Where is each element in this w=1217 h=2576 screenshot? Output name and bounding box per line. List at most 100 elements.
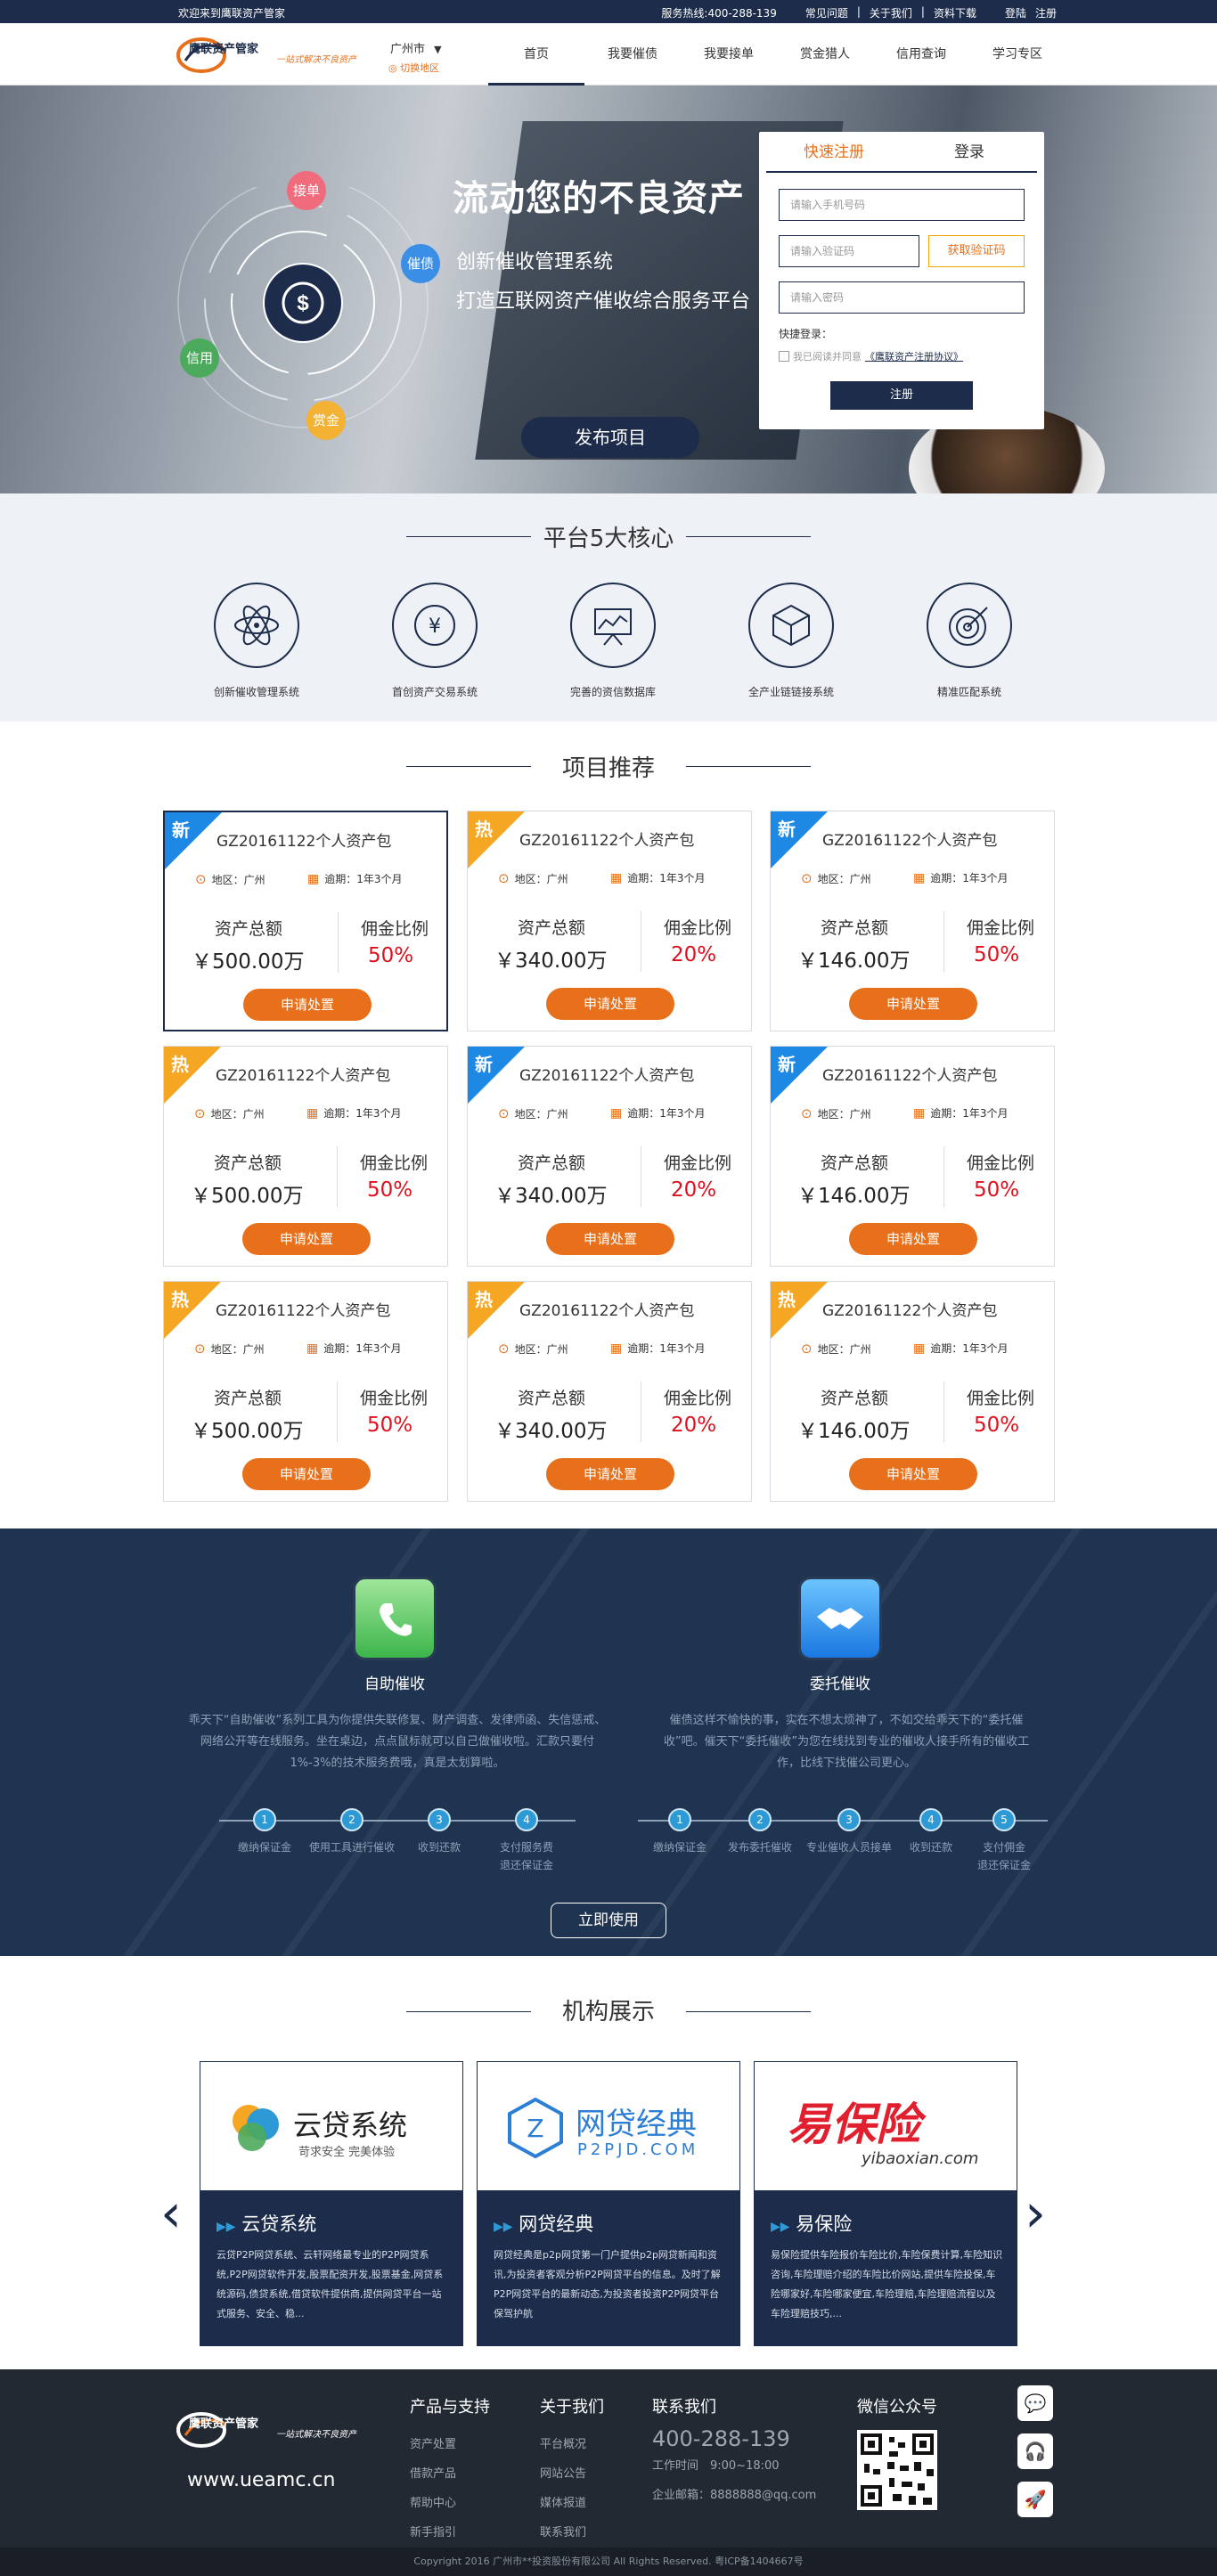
project-region: ⊙ 地区：广州 [498,870,568,886]
tag-badge: 新 [165,812,222,869]
login-link[interactable]: 登陆 [1005,5,1026,20]
site-url[interactable]: www.ueamc.cn [187,2469,335,2491]
apply-button[interactable]: 申请处置 [849,988,977,1020]
footer-link[interactable]: 借款产品 [410,2459,490,2489]
partner-card[interactable]: 易保险 yibaoxian.com ▶▶ 易保险 易保险提供车险报价车险比价,车… [754,2061,1017,2346]
agree-checkbox[interactable] [779,351,789,362]
footer-link[interactable]: 网站公告 [540,2459,604,2489]
footer-link[interactable]: 平台概况 [540,2430,604,2459]
prev-arrow-icon[interactable]: ‹ [160,2187,182,2240]
apply-button[interactable]: 申请处置 [242,1458,371,1490]
location-pin-icon: ⊙ [195,871,207,887]
core-item[interactable]: 创新催收管理系统 [176,583,337,699]
core-item[interactable]: 全产业链链接系统 [711,583,871,699]
apply-button[interactable]: 申请处置 [849,1458,977,1490]
project-card[interactable]: 新 GZ20161122个人资产包 ⊙ 地区：广州 ▦ 逾期：1年3个月 资产总额 ￥500.… [163,811,448,1031]
register-submit-button[interactable]: 注册 [830,381,973,410]
tab-login[interactable]: 登录 [902,132,1037,171]
headset-icon[interactable]: 🎧 [1017,2433,1053,2469]
nav-collect[interactable]: 我要催债 [584,23,681,86]
project-card[interactable]: 热 GZ20161122个人资产包 ⊙ 地区：广州 ▦ 逾期：1年3个月 资产总额 ￥146.… [770,1281,1055,1502]
project-card[interactable]: 新 GZ20161122个人资产包 ⊙ 地区：广州 ▦ 逾期：1年3个月 资产总额 ￥146.… [770,1046,1055,1267]
divider [337,1146,338,1207]
faq-link[interactable]: 常见问题 [805,5,848,20]
project-card[interactable]: 热 GZ20161122个人资产包 ⊙ 地区：广州 ▦ 逾期：1年3个月 资产总额 ￥500.… [163,1281,448,1502]
region-text: 地区：广州 [210,1107,265,1121]
agree-text: 我已阅读并同意 [793,351,862,363]
chart-board-icon [594,608,632,646]
nav-take-order[interactable]: 我要接单 [681,23,777,86]
footer-link[interactable]: 新手指引 [410,2518,490,2547]
apply-button[interactable]: 申请处置 [849,1223,977,1255]
next-arrow-icon[interactable]: › [1025,2187,1046,2240]
nav-bounty[interactable]: 赏金猎人 [777,23,873,86]
code-input[interactable]: 请输入验证码 [779,235,919,267]
tag-text: 新 [778,819,796,840]
footer-link[interactable]: 联系我们 [540,2518,604,2547]
project-card[interactable]: 热 GZ20161122个人资产包 ⊙ 地区：广州 ▦ 逾期：1年3个月 资产总额 ￥340.… [467,1281,752,1502]
phone-input[interactable]: 请输入手机号码 [779,189,1025,221]
download-link[interactable]: 资料下载 [934,5,976,20]
project-card[interactable]: 热 GZ20161122个人资产包 ⊙ 地区：广州 ▦ 逾期：1年3个月 资产总额 ￥340.… [467,811,752,1031]
tag-badge: 新 [771,811,828,868]
apply-button[interactable]: 申请处置 [242,1223,371,1255]
site-logo[interactable]: 鹰联资产管家 一站式解决不良资产 [176,34,363,75]
apply-button[interactable]: 申请处置 [243,989,372,1021]
amount-value: ￥340.00万 [494,950,608,973]
divider [337,1382,338,1442]
rate-value: 20% [671,1178,717,1202]
top-bar: 欢迎来到鹰联资产管家 服务热线:400-288-139 常见问题 | 关于我们 … [0,0,1217,23]
project-region: ⊙ 地区：广州 [195,871,265,887]
city-selector[interactable]: 广州市 ▼ [390,39,442,56]
apply-button[interactable]: 申请处置 [546,988,674,1020]
agreement-row: 我已阅读并同意 《鹰联资产注册协议》 [779,349,963,363]
core-item-label: 完善的资信数据库 [569,686,656,698]
partner-logo-sub: P2PJD.COM [577,2140,699,2159]
rate-label: 佣金比例 [967,1153,1035,1173]
core-item[interactable]: 完善的资信数据库 [533,583,693,699]
core-item[interactable]: ¥ 首创资产交易系统 [355,583,515,699]
project-name: GZ20161122个人资产包 [519,1067,695,1085]
divider: | [856,5,861,18]
register-link[interactable]: 注册 [1035,5,1057,20]
core-item[interactable]: 精准匹配系统 [889,583,1050,699]
rocket-icon[interactable]: 🚀 [1017,2482,1053,2517]
nav-home[interactable]: 首页 [488,23,584,86]
rate-value: 50% [367,1178,413,1202]
chat-icon[interactable]: 💬 [1017,2385,1053,2421]
partner-card[interactable]: Z 网贷经典 P2PJD.COM ▶▶ 网贷经典 网贷经典是p2p网贷第一门户提… [477,2061,740,2346]
about-link[interactable]: 关于我们 [870,5,912,20]
core-icon-wrap [570,583,656,668]
self-collect-title: 自助催收 [364,1675,425,1693]
tab-quick-register[interactable]: 快速注册 [766,132,902,171]
project-card[interactable]: 新 GZ20161122个人资产包 ⊙ 地区：广州 ▦ 逾期：1年3个月 资产总额 ￥340.… [467,1046,752,1267]
agreement-link[interactable]: 《鹰联资产注册协议》 [865,349,963,363]
project-region: ⊙ 地区：广州 [498,1341,568,1357]
city-switch[interactable]: ◎ 切换地区 [388,61,439,75]
partner-card[interactable]: 云贷系统 苛求安全 完美体验 ▶▶ 云贷系统 云贷P2P网贷系统、云轩网络最专业… [200,2061,463,2346]
tag-badge: 新 [771,1047,828,1104]
footer-link[interactable]: 帮助中心 [410,2489,490,2518]
project-overdue: ▦ 逾期：1年3个月 [306,1341,402,1356]
footer-link[interactable]: 媒体报道 [540,2489,604,2518]
location-pin-icon: ⊙ [801,1105,813,1121]
nav-learn[interactable]: 学习专区 [969,23,1066,86]
nav-credit[interactable]: 信用查询 [873,23,969,86]
apply-button[interactable]: 申请处置 [546,1223,674,1255]
region-text: 地区：广州 [514,1342,568,1356]
apply-button[interactable]: 申请处置 [546,1458,674,1490]
partner-name: ▶▶ 云贷系统 [216,2210,316,2237]
hero-subtitle-2: 打造互联网资产催收综合服务平台 [456,290,751,313]
project-card[interactable]: 新 GZ20161122个人资产包 ⊙ 地区：广州 ▦ 逾期：1年3个月 资产总额 ￥146.… [770,811,1055,1031]
project-card[interactable]: 热 GZ20161122个人资产包 ⊙ 地区：广州 ▦ 逾期：1年3个月 资产总额 ￥500.… [163,1046,448,1267]
rate-value: 50% [974,1178,1020,1202]
footer-link[interactable]: 资产处置 [410,2430,490,2459]
partner-name: ▶▶ 易保险 [771,2210,852,2237]
project-name: GZ20161122个人资产包 [822,1067,998,1085]
publish-project-button[interactable]: 发布项目 [521,417,699,458]
bubble-bounty: 赏金 [306,401,346,440]
get-code-button[interactable]: 获取验证码 [928,235,1025,267]
use-now-button[interactable]: 立即使用 [551,1903,666,1938]
password-input[interactable]: 请输入密码 [779,281,1025,314]
project-name: GZ20161122个人资产包 [519,832,695,850]
